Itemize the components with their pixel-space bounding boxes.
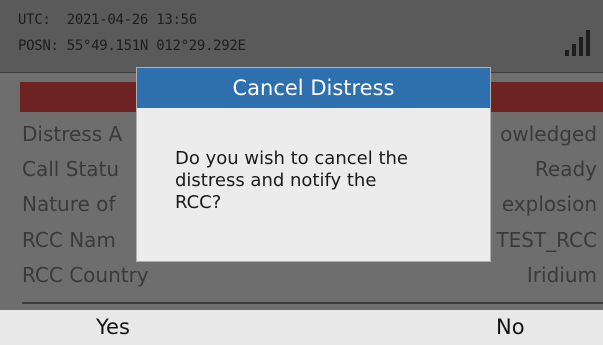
row-label-nature: Nature of — [22, 192, 116, 216]
signal-strength-icon — [565, 30, 590, 56]
row-value-rcc-country: Iridium — [526, 263, 597, 287]
status-bar: UTC: 2021-04-26 13:56 POSN: 55°49.151N 0… — [0, 0, 603, 73]
row-label-rcc-country: RCC Country — [22, 263, 149, 287]
softkey-bar: Yes No — [0, 310, 603, 345]
dialog-message: Do you wish to cancel the distress and n… — [175, 148, 408, 213]
row-value-nature: explosion — [501, 192, 597, 216]
divider — [22, 302, 603, 304]
row-label-distress: Distress A — [22, 122, 123, 146]
position-readout: POSN: 55°49.151N 012°29.292E — [18, 38, 246, 54]
no-button[interactable]: No — [496, 315, 525, 339]
cancel-distress-dialog: Cancel Distress Do you wish to cancel th… — [136, 67, 491, 262]
row-value-distress: owledged — [500, 122, 597, 146]
row-label-rcc-name: RCC Nam — [22, 228, 116, 252]
yes-button[interactable]: Yes — [96, 315, 130, 339]
device-screen: UTC: 2021-04-26 13:56 POSN: 55°49.151N 0… — [0, 0, 603, 345]
utc-time: UTC: 2021-04-26 13:56 — [18, 12, 197, 28]
dialog-title: Cancel Distress — [137, 68, 490, 108]
row-label-call-status: Call Statu — [22, 157, 120, 181]
row-value-call-status: Ready — [534, 157, 597, 181]
row-value-rcc-name: TEST_RCC — [496, 228, 597, 252]
